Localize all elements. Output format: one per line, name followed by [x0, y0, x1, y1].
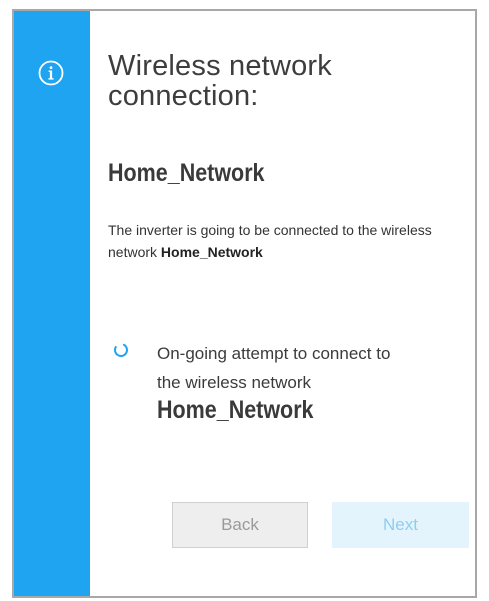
description-text: The inverter is going to be connected to…: [108, 222, 432, 260]
status-line-1: On-going attempt to connect to: [157, 344, 391, 363]
next-button[interactable]: Next: [332, 502, 469, 548]
dialog-title-line1: Wireless network: [108, 50, 332, 82]
connection-description: The inverter is going to be connected to…: [108, 219, 473, 263]
status-network-name: Home_Network: [157, 396, 314, 424]
network-name-heading: Home_Network: [108, 159, 265, 187]
connection-dialog: Wireless network connection: Home_Networ…: [12, 9, 477, 598]
dialog-content: Wireless network connection: Home_Networ…: [108, 11, 469, 596]
dialog-title-line2: connection:: [108, 80, 259, 112]
loading-spinner-icon: [114, 343, 128, 357]
info-icon: [38, 60, 64, 86]
dialog-title: Wireless network connection:: [108, 51, 332, 111]
description-network-name: Home_Network: [160, 244, 263, 260]
accent-sidebar: [14, 11, 90, 596]
status-line-2: the wireless network: [157, 373, 312, 392]
status-message: On-going attempt to connect to the wirel…: [157, 339, 477, 397]
back-button[interactable]: Back: [172, 502, 308, 548]
